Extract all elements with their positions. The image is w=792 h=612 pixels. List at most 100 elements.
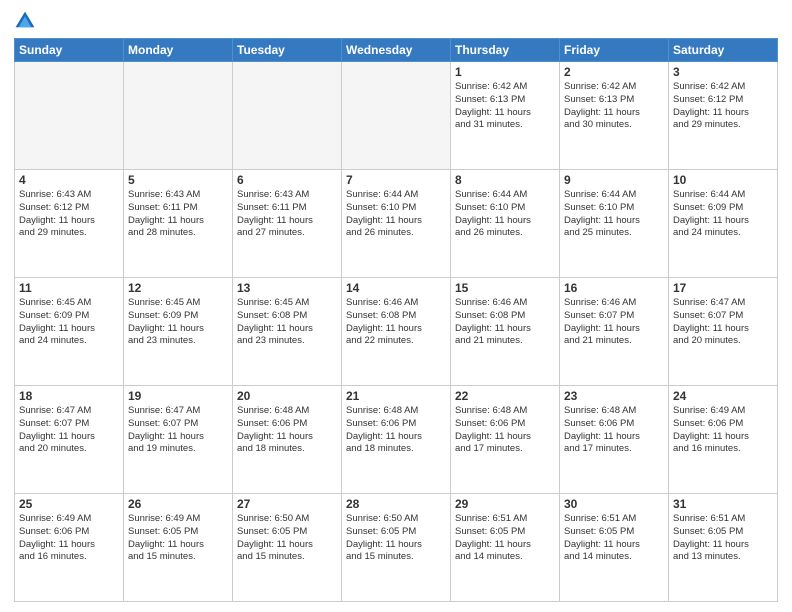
calendar-cell: 15Sunrise: 6:46 AM Sunset: 6:08 PM Dayli… — [451, 278, 560, 386]
day-info: Sunrise: 6:42 AM Sunset: 6:12 PM Dayligh… — [673, 81, 773, 132]
calendar-cell: 14Sunrise: 6:46 AM Sunset: 6:08 PM Dayli… — [342, 278, 451, 386]
day-info: Sunrise: 6:46 AM Sunset: 6:07 PM Dayligh… — [564, 297, 664, 348]
day-of-week-saturday: Saturday — [669, 39, 778, 62]
day-number: 15 — [455, 281, 555, 295]
day-number: 3 — [673, 65, 773, 79]
day-info: Sunrise: 6:50 AM Sunset: 6:05 PM Dayligh… — [346, 513, 446, 564]
day-info: Sunrise: 6:51 AM Sunset: 6:05 PM Dayligh… — [564, 513, 664, 564]
day-number: 13 — [237, 281, 337, 295]
day-info: Sunrise: 6:50 AM Sunset: 6:05 PM Dayligh… — [237, 513, 337, 564]
day-number: 25 — [19, 497, 119, 511]
calendar-cell: 26Sunrise: 6:49 AM Sunset: 6:05 PM Dayli… — [124, 494, 233, 602]
day-number: 16 — [564, 281, 664, 295]
day-of-week-sunday: Sunday — [15, 39, 124, 62]
day-number: 7 — [346, 173, 446, 187]
day-info: Sunrise: 6:48 AM Sunset: 6:06 PM Dayligh… — [455, 405, 555, 456]
day-number: 31 — [673, 497, 773, 511]
calendar-cell: 21 Sunrise: 6:48 AM Sunset: 6:06 PM Dayli… — [342, 386, 451, 494]
day-info: Sunrise: 6:45 AM Sunset: 6:09 PM Dayligh… — [128, 297, 228, 348]
day-number: 11 — [19, 281, 119, 295]
calendar-week-5: 25 Sunrise: 6:49 AM Sunset: 6:06 PM Dayli… — [15, 494, 778, 602]
day-info: Sunrise: 6:47 AM Sunset: 6:07 PM Dayligh… — [19, 405, 119, 456]
calendar-cell: 30 Sunrise: 6:51 AM Sunset: 6:05 PM Dayli… — [560, 494, 669, 602]
calendar-cell: 16 Sunrise: 6:46 AM Sunset: 6:07 PM Dayli… — [560, 278, 669, 386]
calendar-cell: 3 Sunrise: 6:42 AM Sunset: 6:12 PM Daylig… — [669, 62, 778, 170]
day-info: Sunrise: 6:44 AM Sunset: 6:10 PM Dayligh… — [455, 189, 555, 240]
calendar-week-3: 11 Sunrise: 6:45 AM Sunset: 6:09 PM Dayli… — [15, 278, 778, 386]
day-of-week-wednesday: Wednesday — [342, 39, 451, 62]
calendar-cell: 19 Sunrise: 6:47 AM Sunset: 6:07 PM Dayli… — [124, 386, 233, 494]
calendar-cell: 27 Sunrise: 6:50 AM Sunset: 6:05 PM Dayli… — [233, 494, 342, 602]
calendar-header-row: SundayMondayTuesdayWednesdayThursdayFrid… — [15, 39, 778, 62]
calendar-table: SundayMondayTuesdayWednesdayThursdayFrid… — [14, 38, 778, 602]
day-info: Sunrise: 6:44 AM Sunset: 6:09 PM Dayligh… — [673, 189, 773, 240]
day-info: Sunrise: 6:46 AM Sunset: 6:08 PM Dayligh… — [346, 297, 446, 348]
day-of-week-tuesday: Tuesday — [233, 39, 342, 62]
calendar-cell — [15, 62, 124, 170]
calendar-cell: 22Sunrise: 6:48 AM Sunset: 6:06 PM Dayli… — [451, 386, 560, 494]
calendar-cell: 7 Sunrise: 6:44 AM Sunset: 6:10 PM Daylig… — [342, 170, 451, 278]
day-info: Sunrise: 6:45 AM Sunset: 6:09 PM Dayligh… — [19, 297, 119, 348]
day-info: Sunrise: 6:48 AM Sunset: 6:06 PM Dayligh… — [346, 405, 446, 456]
day-number: 29 — [455, 497, 555, 511]
day-number: 18 — [19, 389, 119, 403]
day-number: 27 — [237, 497, 337, 511]
calendar-cell: 28 Sunrise: 6:50 AM Sunset: 6:05 PM Dayli… — [342, 494, 451, 602]
calendar-cell: 29Sunrise: 6:51 AM Sunset: 6:05 PM Dayli… — [451, 494, 560, 602]
day-info: Sunrise: 6:43 AM Sunset: 6:12 PM Dayligh… — [19, 189, 119, 240]
calendar-cell: 24 Sunrise: 6:49 AM Sunset: 6:06 PM Dayli… — [669, 386, 778, 494]
day-number: 30 — [564, 497, 664, 511]
day-number: 10 — [673, 173, 773, 187]
day-number: 19 — [128, 389, 228, 403]
day-number: 6 — [237, 173, 337, 187]
day-info: Sunrise: 6:48 AM Sunset: 6:06 PM Dayligh… — [564, 405, 664, 456]
logo — [14, 10, 40, 32]
day-number: 2 — [564, 65, 664, 79]
day-info: Sunrise: 6:42 AM Sunset: 6:13 PM Dayligh… — [564, 81, 664, 132]
calendar-cell: 20Sunrise: 6:48 AM Sunset: 6:06 PM Dayli… — [233, 386, 342, 494]
calendar-week-4: 18 Sunrise: 6:47 AM Sunset: 6:07 PM Dayli… — [15, 386, 778, 494]
day-info: Sunrise: 6:49 AM Sunset: 6:06 PM Dayligh… — [19, 513, 119, 564]
day-number: 9 — [564, 173, 664, 187]
day-info: Sunrise: 6:44 AM Sunset: 6:10 PM Dayligh… — [564, 189, 664, 240]
calendar-week-1: 1 Sunrise: 6:42 AM Sunset: 6:13 PM Daylig… — [15, 62, 778, 170]
calendar-cell — [233, 62, 342, 170]
calendar-cell: 5 Sunrise: 6:43 AM Sunset: 6:11 PM Daylig… — [124, 170, 233, 278]
day-number: 24 — [673, 389, 773, 403]
day-info: Sunrise: 6:49 AM Sunset: 6:06 PM Dayligh… — [673, 405, 773, 456]
day-number: 21 — [346, 389, 446, 403]
day-number: 12 — [128, 281, 228, 295]
calendar-cell: 31 Sunrise: 6:51 AM Sunset: 6:05 PM Dayli… — [669, 494, 778, 602]
page: SundayMondayTuesdayWednesdayThursdayFrid… — [0, 0, 792, 612]
day-number: 26 — [128, 497, 228, 511]
calendar-cell: 8Sunrise: 6:44 AM Sunset: 6:10 PM Daylig… — [451, 170, 560, 278]
calendar-cell: 18 Sunrise: 6:47 AM Sunset: 6:07 PM Dayli… — [15, 386, 124, 494]
calendar-cell: 6 Sunrise: 6:43 AM Sunset: 6:11 PM Daylig… — [233, 170, 342, 278]
day-info: Sunrise: 6:51 AM Sunset: 6:05 PM Dayligh… — [673, 513, 773, 564]
calendar-cell: 25 Sunrise: 6:49 AM Sunset: 6:06 PM Dayli… — [15, 494, 124, 602]
day-info: Sunrise: 6:48 AM Sunset: 6:06 PM Dayligh… — [237, 405, 337, 456]
calendar-cell: 23Sunrise: 6:48 AM Sunset: 6:06 PM Dayli… — [560, 386, 669, 494]
calendar-cell — [124, 62, 233, 170]
calendar-cell: 2 Sunrise: 6:42 AM Sunset: 6:13 PM Daylig… — [560, 62, 669, 170]
day-number: 1 — [455, 65, 555, 79]
day-of-week-thursday: Thursday — [451, 39, 560, 62]
calendar-cell: 11 Sunrise: 6:45 AM Sunset: 6:09 PM Dayli… — [15, 278, 124, 386]
day-info: Sunrise: 6:43 AM Sunset: 6:11 PM Dayligh… — [237, 189, 337, 240]
day-info: Sunrise: 6:47 AM Sunset: 6:07 PM Dayligh… — [673, 297, 773, 348]
day-number: 5 — [128, 173, 228, 187]
calendar-cell: 9 Sunrise: 6:44 AM Sunset: 6:10 PM Daylig… — [560, 170, 669, 278]
day-info: Sunrise: 6:44 AM Sunset: 6:10 PM Dayligh… — [346, 189, 446, 240]
calendar-week-2: 4 Sunrise: 6:43 AM Sunset: 6:12 PM Daylig… — [15, 170, 778, 278]
calendar-cell: 1 Sunrise: 6:42 AM Sunset: 6:13 PM Daylig… — [451, 62, 560, 170]
day-number: 4 — [19, 173, 119, 187]
day-number: 28 — [346, 497, 446, 511]
day-info: Sunrise: 6:42 AM Sunset: 6:13 PM Dayligh… — [455, 81, 555, 132]
day-number: 17 — [673, 281, 773, 295]
day-info: Sunrise: 6:45 AM Sunset: 6:08 PM Dayligh… — [237, 297, 337, 348]
day-info: Sunrise: 6:47 AM Sunset: 6:07 PM Dayligh… — [128, 405, 228, 456]
calendar-cell: 17 Sunrise: 6:47 AM Sunset: 6:07 PM Dayli… — [669, 278, 778, 386]
day-info: Sunrise: 6:43 AM Sunset: 6:11 PM Dayligh… — [128, 189, 228, 240]
day-of-week-friday: Friday — [560, 39, 669, 62]
calendar-cell — [342, 62, 451, 170]
